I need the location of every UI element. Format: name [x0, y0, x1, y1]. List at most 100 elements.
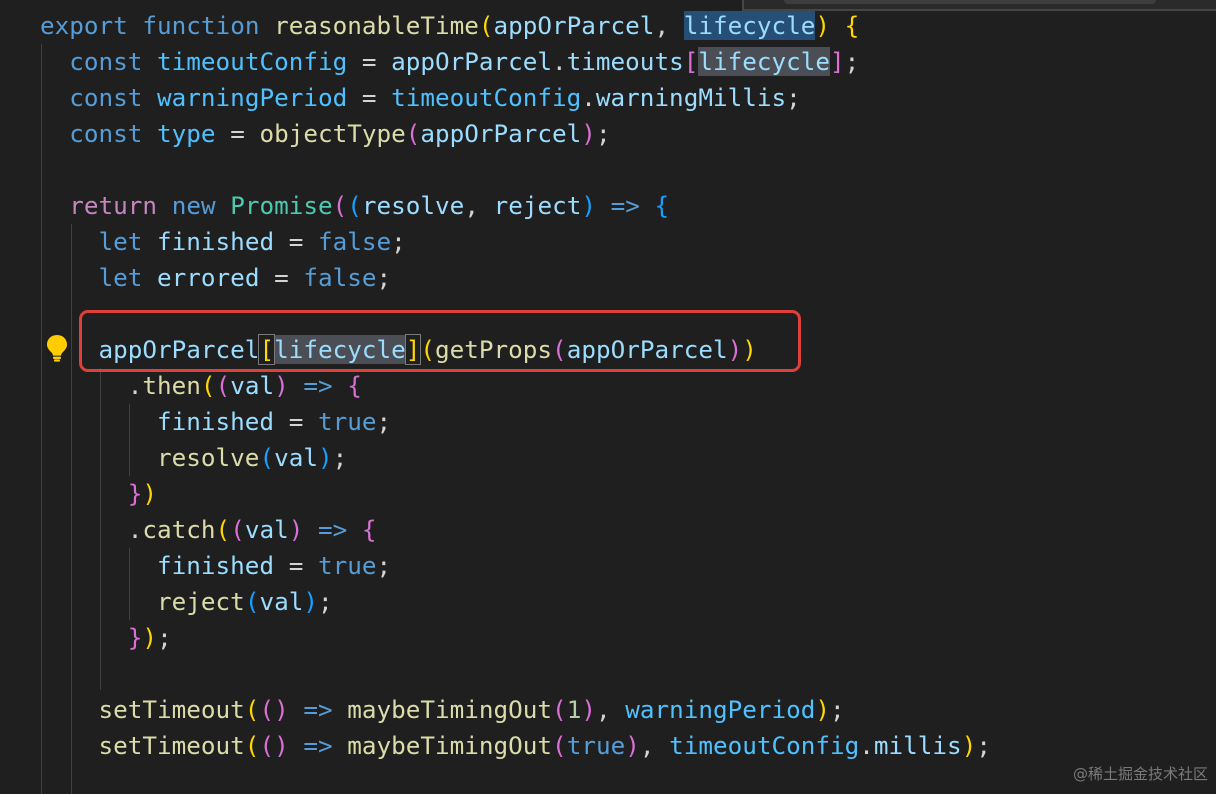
code-token: objectType [259, 119, 406, 148]
code-line[interactable]: .then((val) => { [40, 368, 362, 404]
lightbulb-icon[interactable] [45, 334, 69, 362]
code-token: ) [317, 443, 333, 472]
code-token: then [142, 371, 201, 400]
code-token: ; [976, 731, 991, 760]
code-token: { [844, 11, 860, 40]
code-token: function [142, 11, 260, 40]
code-token: let [98, 263, 143, 292]
code-token: Promise [230, 191, 333, 220]
code-token: reasonableTime [274, 11, 479, 40]
code-token: () [259, 731, 289, 760]
code-token: 1 [566, 695, 582, 724]
code-token: resolve [157, 443, 260, 472]
code-line[interactable]: const timeoutConfig = appOrParcel.timeou… [40, 44, 859, 80]
code-token: let [98, 227, 143, 256]
code-line[interactable]: setTimeout(() => maybeTimingOut(1), warn… [40, 692, 845, 728]
code-token: warningPeriod [157, 83, 348, 112]
code-token: ( [215, 515, 231, 544]
code-line[interactable]: reject(val); [40, 584, 333, 620]
code-token: = [274, 551, 318, 580]
code-token: ( [478, 11, 494, 40]
code-token: => [318, 515, 348, 544]
code-line[interactable]: const warningPeriod = timeoutConfig.warn… [40, 80, 801, 116]
code-token: maybeTimingOut [347, 731, 553, 760]
code-token: } [127, 623, 143, 652]
code-token: ; [332, 443, 348, 472]
code-token: => [303, 695, 333, 724]
code-token: ) [961, 731, 977, 760]
code-token: ) [581, 119, 596, 148]
code-line[interactable]: finished = true; [40, 404, 391, 440]
code-token: val [230, 371, 275, 400]
code-line[interactable]: return new Promise((resolve, reject) => … [40, 188, 669, 224]
code-line[interactable]: resolve(val); [40, 440, 347, 476]
code-token: ) [142, 623, 158, 652]
code-line[interactable]: let finished = false; [40, 224, 406, 260]
code-token: ) [303, 587, 318, 616]
code-token: ; [844, 47, 860, 76]
code-token: ; [317, 587, 333, 616]
code-token: appOrParcel [420, 119, 582, 148]
code-token: ; [391, 227, 406, 256]
code-line[interactable]: setTimeout(() => maybeTimingOut(true), t… [40, 728, 991, 764]
code-token: ; [786, 83, 801, 112]
code-token: ) [815, 11, 831, 40]
code-token: = [274, 407, 318, 436]
code-token: . [859, 731, 874, 760]
code-token: . [552, 47, 567, 76]
code-token: lifecycle [698, 47, 830, 76]
code-token: false [303, 263, 377, 292]
code-token: = [274, 227, 318, 256]
code-line[interactable]: }) [40, 476, 157, 512]
code-token: millis [873, 731, 962, 760]
code-token: ; [376, 263, 392, 292]
code-token: ) [581, 191, 596, 220]
code-token: , [595, 695, 626, 724]
code-token: false [317, 227, 392, 256]
scrollbar-thumb[interactable] [784, 0, 1156, 4]
highlight-annotation-box [79, 310, 801, 372]
code-editor[interactable]: export function reasonableTime(appOrParc… [0, 0, 1216, 794]
code-token: ) [815, 695, 831, 724]
code-token: finished [157, 407, 275, 436]
code-token: timeoutConfig [157, 47, 348, 76]
code-line[interactable]: finished = true; [40, 548, 391, 584]
code-token: ( [200, 371, 216, 400]
code-token: ( [347, 191, 362, 220]
code-line[interactable]: }); [40, 620, 172, 656]
code-token: ; [376, 407, 392, 436]
code-token: ( [259, 443, 275, 472]
code-token: = [347, 83, 392, 112]
code-line[interactable]: .catch((val) => { [40, 512, 377, 548]
code-token: ) [274, 371, 289, 400]
code-line[interactable]: export function reasonableTime(appOrParc… [40, 8, 859, 44]
code-token: . [40, 515, 143, 544]
code-token: const [69, 119, 143, 148]
code-token: ) [625, 731, 640, 760]
code-token: warningMillis [595, 83, 787, 112]
code-token: val [274, 443, 318, 472]
code-token: => [610, 191, 640, 220]
code-token: resolve [361, 191, 465, 220]
code-token: = [347, 47, 392, 76]
code-token: setTimeout [98, 731, 245, 760]
code-token: ( [332, 191, 348, 220]
code-line[interactable]: let errored = false; [40, 260, 392, 296]
code-line[interactable]: const type = objectType(appOrParcel); [40, 116, 610, 152]
